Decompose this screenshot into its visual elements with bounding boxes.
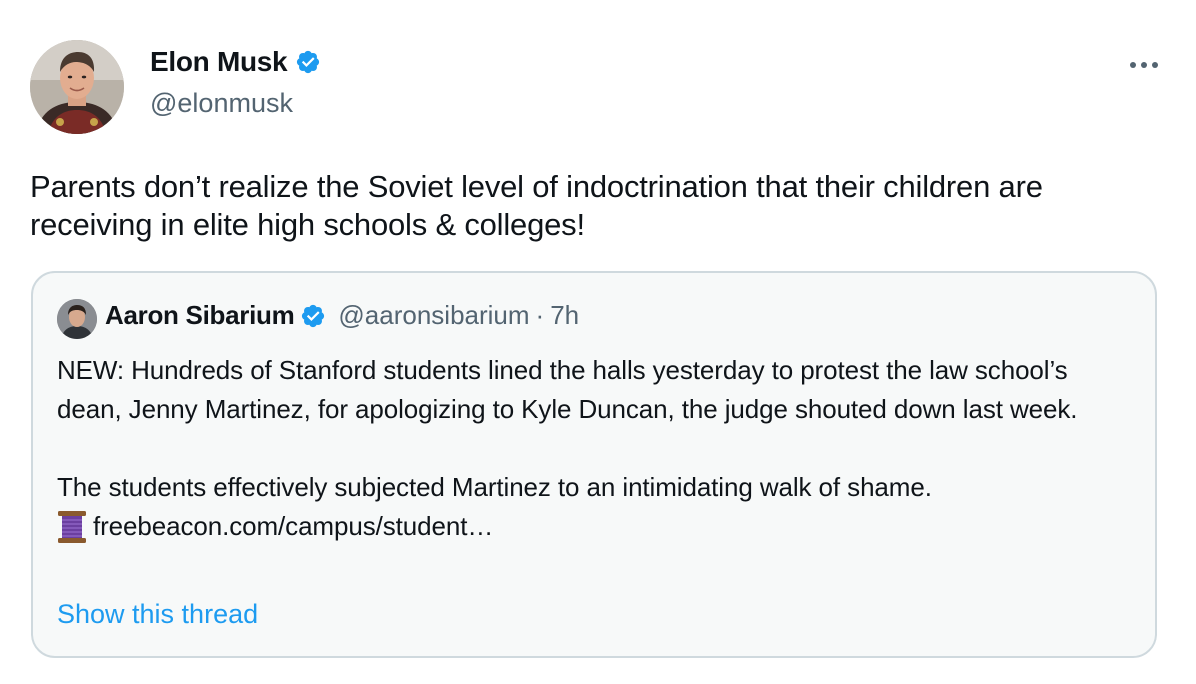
avatar-photo-icon: [57, 299, 97, 339]
more-options-button[interactable]: [1122, 50, 1166, 80]
avatar-photo-icon: [30, 40, 124, 134]
author-handle[interactable]: @elonmusk: [150, 88, 293, 119]
more-horizontal-icon: [1130, 62, 1158, 68]
quoted-paragraph: NEW: Hundreds of Stanford students lined…: [57, 355, 1078, 424]
quoted-tweet[interactable]: Aaron Sibarium @aaronsibarium · 7h NEW: …: [31, 271, 1157, 658]
article-link[interactable]: freebeacon.com/campus/student…: [93, 507, 493, 546]
author-name-row: Elon Musk: [150, 46, 321, 78]
thread-spool-icon: [57, 510, 87, 544]
verified-badge-icon[interactable]: [295, 49, 321, 75]
quoted-tweet-header: Aaron Sibarium @aaronsibarium · 7h: [105, 300, 579, 331]
verified-badge-icon: [300, 303, 326, 329]
quoted-paragraph: The students effectively subjected Marti…: [57, 472, 932, 502]
quoted-author-handle[interactable]: @aaronsibarium: [338, 300, 529, 331]
quoted-author-name[interactable]: Aaron Sibarium: [105, 300, 295, 331]
show-thread-link[interactable]: Show this thread: [57, 599, 258, 630]
tweet-text: Parents don’t realize the Soviet level o…: [30, 169, 1043, 242]
tweet-card: Elon Musk @elonmusk Parents don’t realiz…: [0, 0, 1196, 684]
quoted-link-line: freebeacon.com/campus/student…: [57, 507, 1137, 546]
author-avatar[interactable]: [30, 40, 124, 134]
quoted-tweet-text: NEW: Hundreds of Stanford students lined…: [57, 351, 1137, 546]
quoted-timestamp[interactable]: 7h: [550, 300, 579, 331]
quoted-author-avatar[interactable]: [57, 299, 97, 339]
author-display-name[interactable]: Elon Musk: [150, 46, 288, 78]
separator-dot: ·: [535, 300, 545, 330]
